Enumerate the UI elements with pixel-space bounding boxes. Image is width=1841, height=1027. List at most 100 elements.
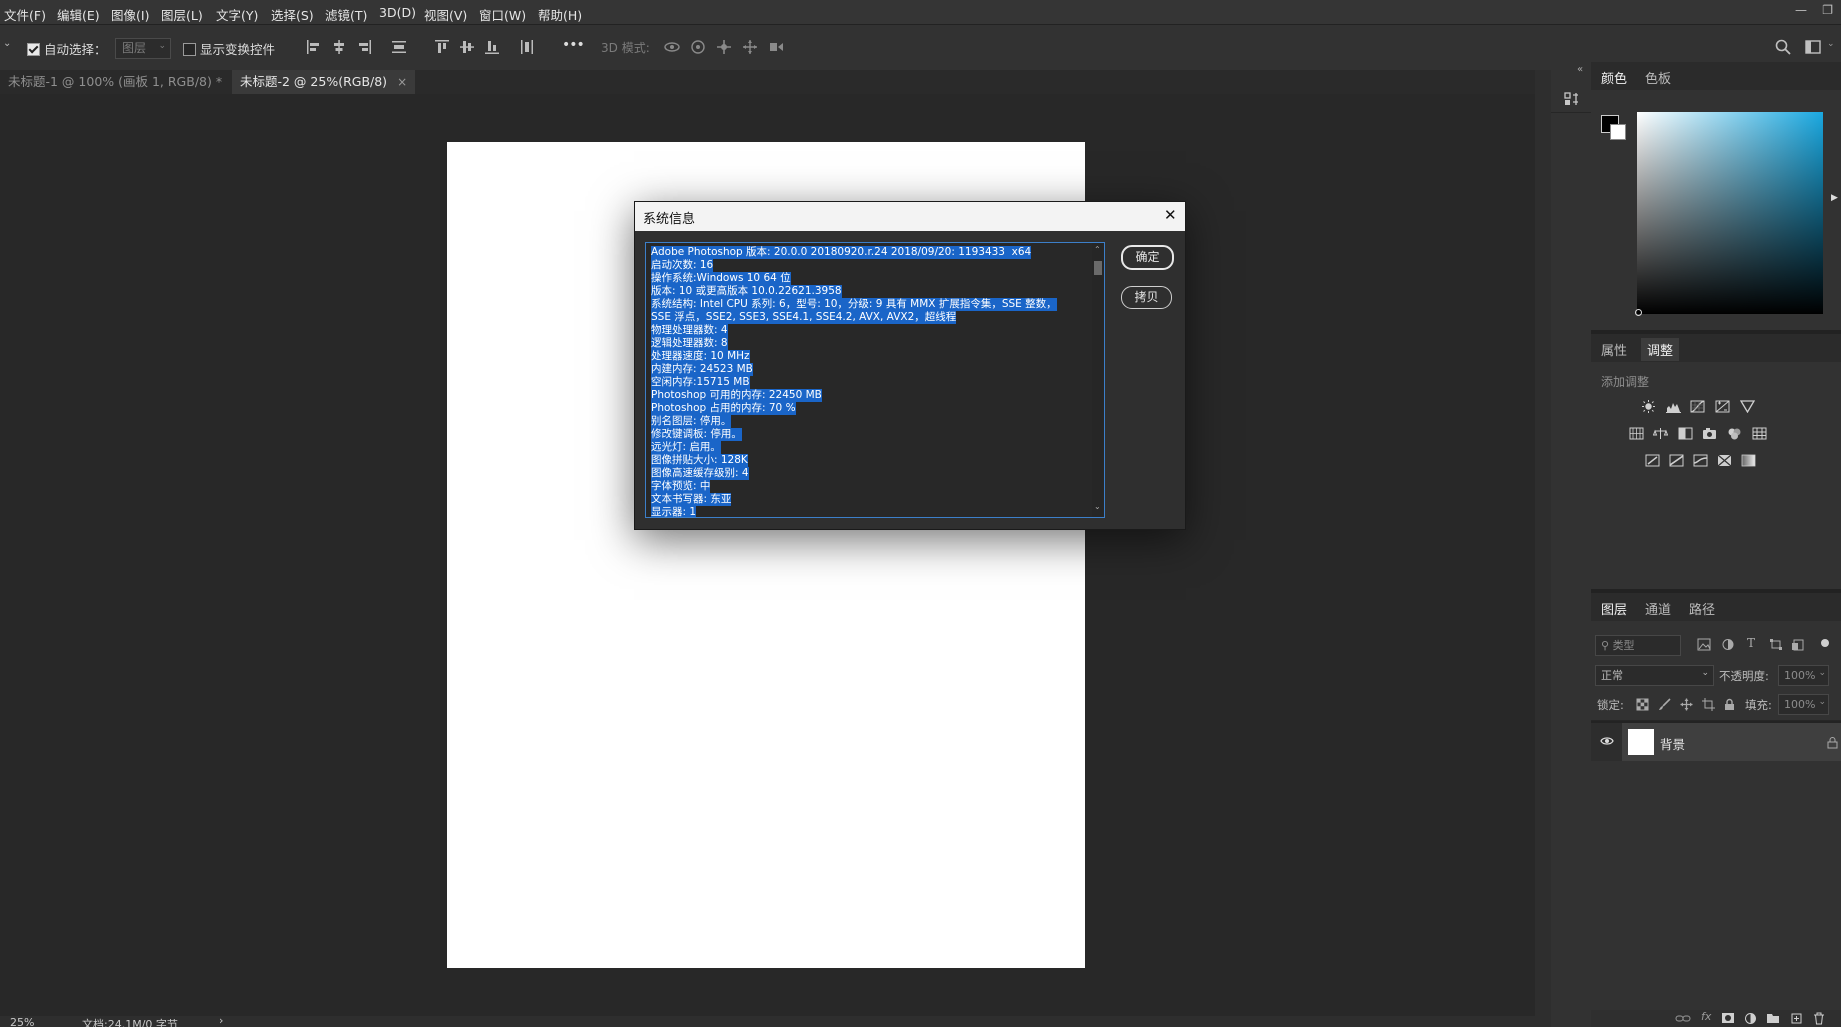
color-picker-cursor[interactable] (1635, 309, 1642, 316)
auto-select-checkbox[interactable] (27, 41, 40, 56)
lock-artboard-icon[interactable] (1702, 698, 1715, 711)
threshold-icon[interactable] (1693, 454, 1708, 467)
3d-scale-icon[interactable] (767, 38, 785, 56)
invert-icon[interactable] (1645, 454, 1660, 467)
minimize-icon[interactable]: — (1795, 3, 1807, 17)
fx-icon[interactable]: fx (1701, 1010, 1711, 1023)
3d-slide-icon[interactable] (741, 38, 759, 56)
3d-orbit-icon[interactable] (663, 38, 681, 56)
selective-color-icon[interactable] (1717, 454, 1732, 467)
align-vcenter-icon[interactable] (458, 38, 476, 56)
menu-window[interactable]: 窗口(W) (479, 5, 526, 24)
system-info-textarea[interactable]: Adobe Photoshop 版本: 20.0.0 20180920.r.24… (645, 242, 1105, 518)
layer-name[interactable]: 背景 (1660, 734, 1685, 753)
zoom-readout[interactable]: 25% (10, 1016, 34, 1027)
hue-slider-marker-icon[interactable]: ▶ (1831, 193, 1838, 203)
align-bottom-icon[interactable] (483, 38, 501, 56)
filter-smart-object-icon[interactable] (1791, 638, 1805, 651)
align-hcenter-icon[interactable] (330, 38, 348, 56)
menu-help[interactable]: 帮助(H) (538, 5, 582, 24)
show-transform-checkbox[interactable] (183, 41, 196, 56)
fill-input[interactable]: 100% ⌄ (1778, 694, 1829, 715)
lock-position-icon[interactable] (1680, 698, 1693, 711)
menu-view[interactable]: 视图(V) (424, 5, 467, 24)
scrollbar-thumb[interactable] (1094, 261, 1102, 275)
restore-icon[interactable]: ❐ (1822, 3, 1833, 17)
scroll-down-icon[interactable]: ⌄ (1094, 502, 1101, 511)
tab-properties[interactable]: 属性 (1601, 340, 1627, 359)
menu-edit[interactable]: 编辑(E) (57, 5, 100, 24)
tab-color[interactable]: 颜色 (1601, 68, 1627, 87)
color-picker-field[interactable] (1637, 112, 1823, 314)
brightness-contrast-icon[interactable] (1641, 400, 1656, 413)
close-icon[interactable]: × (397, 75, 407, 89)
filter-pixel-icon[interactable] (1697, 638, 1711, 651)
gradient-map-icon[interactable] (1741, 454, 1756, 467)
scroll-up-icon[interactable]: ⌃ (1094, 245, 1101, 254)
photo-filter-icon[interactable] (1702, 427, 1717, 440)
distribute-horizontal-icon[interactable] (518, 38, 536, 56)
filter-toggle-icon[interactable] (1821, 639, 1829, 647)
layer-filter-select[interactable]: ⚲ 类型 (1595, 635, 1681, 656)
add-mask-icon[interactable] (1721, 1012, 1735, 1024)
lock-image-brush-icon[interactable] (1658, 698, 1671, 711)
auto-select-target-select[interactable]: 图层 ⌄ (115, 38, 171, 59)
channel-mixer-icon[interactable] (1727, 427, 1742, 440)
search-icon[interactable] (1774, 38, 1792, 56)
3d-roll-icon[interactable] (689, 38, 707, 56)
curves-icon[interactable] (1690, 400, 1705, 413)
tab-swatches[interactable]: 色板 (1645, 68, 1671, 87)
tab-document-2[interactable]: 未标题-2 @ 25%(RGB/8) × (232, 70, 416, 94)
menu-select[interactable]: 选择(S) (271, 5, 314, 24)
black-white-icon[interactable] (1678, 427, 1693, 440)
3d-pan-icon[interactable] (715, 38, 733, 56)
align-top-icon[interactable] (433, 38, 451, 56)
history-panel-icon[interactable] (1563, 90, 1581, 108)
workspace-icon[interactable] (1804, 38, 1822, 56)
layer-row[interactable]: 背景 (1622, 723, 1841, 761)
menu-filter[interactable]: 滤镜(T) (325, 5, 367, 24)
vibrance-icon[interactable] (1740, 400, 1755, 413)
tab-document-1[interactable]: 未标题-1 @ 100% (画板 1, RGB/8) *× (0, 70, 250, 94)
color-lookup-icon[interactable] (1752, 427, 1767, 440)
new-layer-icon[interactable] (1790, 1012, 1803, 1025)
tool-preset-chevron-icon[interactable]: ⌄ (3, 38, 11, 49)
filter-shape-icon[interactable] (1769, 638, 1783, 651)
delete-layer-icon[interactable] (1813, 1012, 1825, 1025)
tab-adjustments[interactable]: 调整 (1641, 338, 1680, 361)
workspace-chevron-icon[interactable]: ⌄ (1827, 39, 1835, 49)
ok-button[interactable]: 确定 (1121, 245, 1174, 270)
color-balance-icon[interactable] (1653, 427, 1668, 440)
new-group-icon[interactable] (1766, 1012, 1780, 1024)
copy-button[interactable]: 拷贝 (1121, 286, 1172, 309)
more-options-icon[interactable]: ••• (562, 37, 585, 53)
eye-icon[interactable] (1600, 735, 1614, 747)
distribute-vertical-icon[interactable] (390, 38, 408, 56)
lock-transparent-icon[interactable] (1636, 698, 1649, 711)
align-right-icon[interactable] (355, 38, 373, 56)
menu-3d[interactable]: 3D(D) (379, 5, 416, 20)
background-color-swatch[interactable] (1610, 124, 1626, 140)
tab-channels[interactable]: 通道 (1645, 599, 1671, 618)
close-icon[interactable]: ✕ (1164, 206, 1177, 224)
lock-all-icon[interactable] (1723, 698, 1736, 711)
menu-layer[interactable]: 图层(L) (161, 5, 203, 24)
menu-type[interactable]: 文字(Y) (216, 5, 258, 24)
textarea-scrollbar[interactable]: ⌃ ⌄ (1092, 243, 1104, 517)
tab-paths[interactable]: 路径 (1689, 599, 1715, 618)
posterize-icon[interactable] (1669, 454, 1684, 467)
hue-saturation-icon[interactable] (1629, 427, 1644, 440)
filter-adjustment-icon[interactable] (1721, 638, 1735, 651)
levels-icon[interactable] (1666, 400, 1681, 413)
align-left-icon[interactable] (305, 38, 323, 56)
menu-file[interactable]: 文件(F) (4, 5, 46, 24)
opacity-input[interactable]: 100% ⌄ (1778, 665, 1829, 686)
filter-type-icon[interactable]: T (1747, 636, 1755, 650)
blend-mode-select[interactable]: 正常 ⌄ (1595, 665, 1714, 686)
exposure-icon[interactable] (1715, 400, 1730, 413)
status-menu-arrow-icon[interactable]: › (219, 1016, 223, 1027)
menu-image[interactable]: 图像(I) (111, 5, 149, 24)
link-layers-icon[interactable] (1675, 1013, 1691, 1024)
expand-panels-icon[interactable]: « (1577, 64, 1583, 75)
tab-layers[interactable]: 图层 (1601, 599, 1627, 618)
